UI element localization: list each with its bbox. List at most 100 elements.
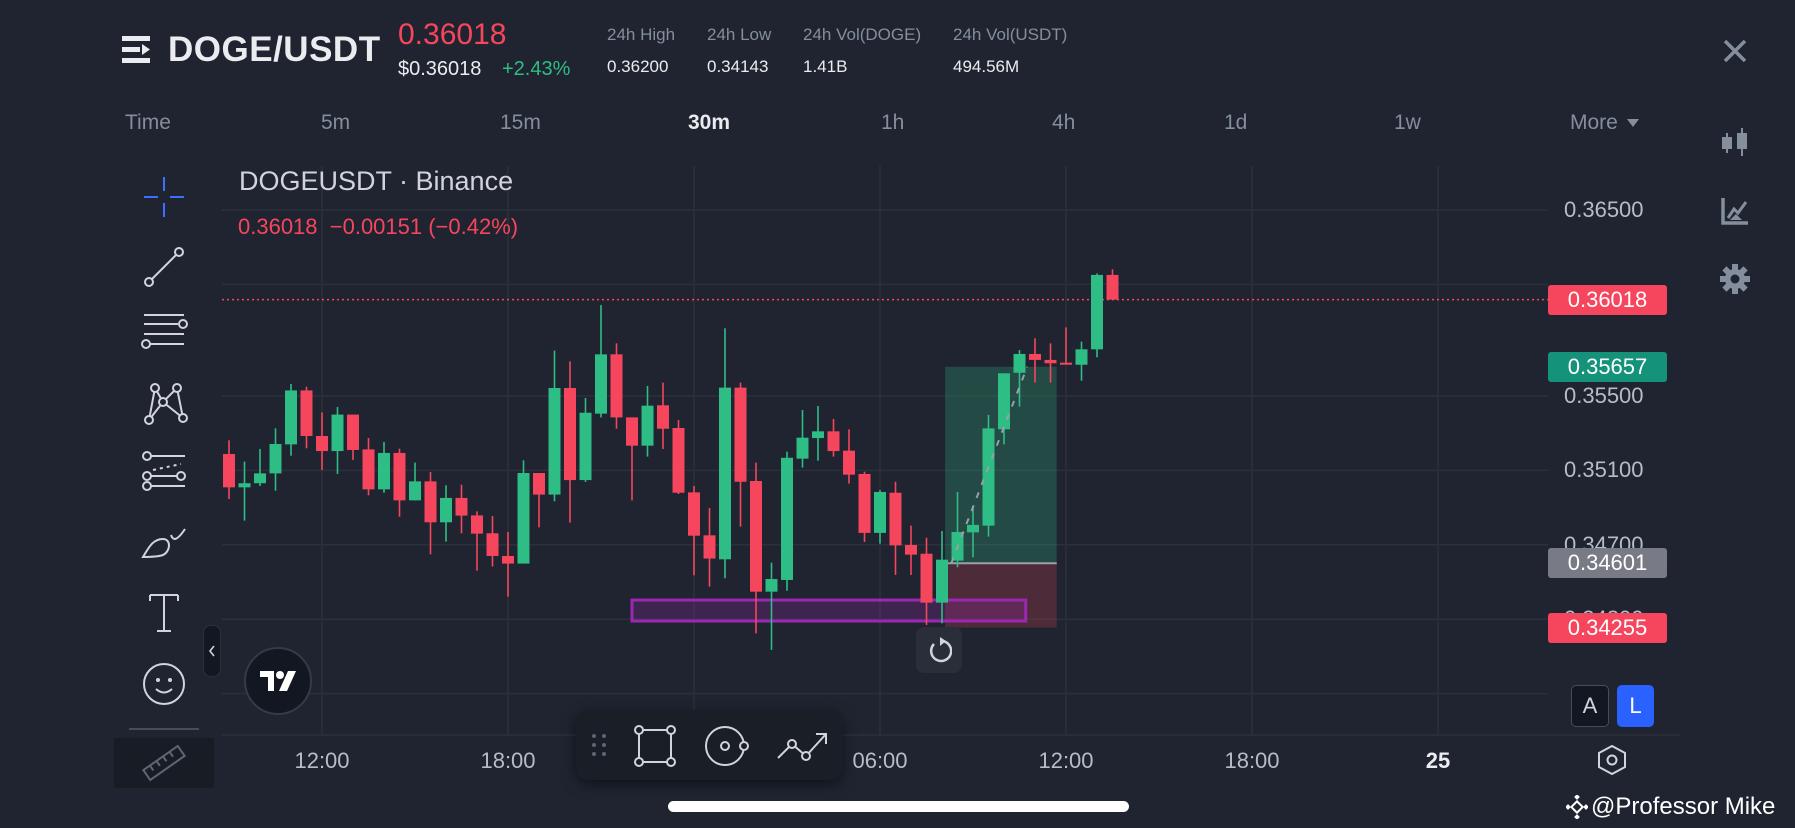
candle-body-up [936, 559, 948, 603]
candle-body-down [688, 492, 700, 536]
horizontal-lines-tool-icon[interactable] [138, 307, 190, 359]
candle-body-down [843, 450, 855, 475]
stat-label-low: 24h Low [707, 25, 772, 44]
candle-body-up [967, 524, 979, 533]
candle-body-up [331, 414, 344, 452]
emoji-tool-icon[interactable] [138, 658, 190, 710]
pair-title[interactable]: DOGE/USDT [168, 30, 381, 70]
settings-gear-icon[interactable] [1710, 254, 1760, 304]
candle-body-down [626, 417, 638, 446]
caret-down-icon [1626, 119, 1639, 127]
stat-label-vol-doge: 24h Vol(DOGE) [803, 25, 922, 44]
candle-body-up [1091, 274, 1103, 350]
candle-body-down [533, 473, 545, 495]
circle-tool-icon[interactable] [703, 724, 749, 773]
candle-body-down [471, 515, 483, 534]
log-scale-button[interactable]: L [1617, 685, 1654, 727]
candle-body-down [672, 427, 685, 493]
candle-body-down [486, 533, 499, 556]
tab-4h[interactable]: 4h [1052, 111, 1075, 135]
home-indicator[interactable] [668, 801, 1129, 812]
watermark-text: @Professor Mike [1591, 793, 1776, 820]
tab-1h[interactable]: 1h [881, 111, 904, 135]
stop-price-label: 0.34255 [1548, 612, 1667, 643]
candle-body-up [719, 387, 731, 560]
path-tool-icon[interactable] [776, 724, 830, 773]
candle-body-down [1044, 359, 1057, 364]
candle-body-up [269, 443, 282, 474]
tab-15m[interactable]: 15m [500, 111, 541, 135]
price-tick-label: 0.35500 [1564, 383, 1644, 408]
crosshair-tool-icon[interactable] [138, 171, 190, 223]
indicators-icon[interactable] [1710, 186, 1760, 236]
tab-1d[interactable]: 1d [1224, 111, 1247, 135]
toolbar-divider [129, 728, 199, 730]
candle-body-up [781, 457, 793, 580]
stat-value-vol-usdt: 494.56M [953, 57, 1020, 76]
last-price: 0.36018 [398, 18, 507, 51]
candle-body-up [548, 388, 561, 495]
close-icon[interactable] [1720, 36, 1750, 66]
candle-body-up [409, 481, 421, 501]
trend-line-tool-icon[interactable] [138, 240, 190, 292]
candle-body-down [750, 481, 762, 592]
candle-body-up [595, 354, 607, 414]
candle-body-up [517, 473, 530, 564]
ruler-tool-icon[interactable] [114, 738, 214, 788]
auto-scale-button[interactable]: A [1571, 685, 1609, 727]
usd-price: $0.36018 [398, 58, 482, 80]
candle-body-up [982, 428, 995, 526]
fib-tool-icon[interactable] [138, 447, 190, 499]
candle-body-down [920, 553, 933, 603]
entry-price-label: 0.34601 [1548, 548, 1667, 579]
candle-body-down [703, 535, 716, 559]
brush-tool-icon[interactable] [138, 514, 190, 566]
time-tick-label: 12:00 [294, 748, 350, 773]
price-tick-label: 0.36500 [1564, 197, 1644, 222]
target-price-label: 0.35657 [1548, 351, 1667, 382]
menu-icon[interactable] [120, 34, 154, 66]
candle-body-up [378, 452, 390, 490]
candle-body-down [905, 544, 917, 555]
tab-5m[interactable]: 5m [321, 111, 350, 135]
candles-icon[interactable] [1710, 118, 1760, 168]
pattern-tool-icon[interactable] [138, 377, 190, 429]
reset-chart-button[interactable] [916, 627, 962, 673]
candle-body-up [579, 412, 592, 481]
time-tick-label: 12:00 [1038, 748, 1094, 773]
candle-body-down [610, 354, 623, 418]
candle-body-down [424, 481, 437, 523]
candle-body-down [362, 449, 375, 490]
chart-symbol-title: DOGEUSDT · Binance [239, 166, 514, 196]
tab-1w[interactable]: 1w [1394, 111, 1421, 135]
drag-handle-icon[interactable] [590, 732, 610, 763]
tab-30m[interactable]: 30m [688, 111, 730, 135]
chevron-left-icon [208, 645, 215, 657]
candle-body-down [734, 387, 747, 482]
text-tool-icon[interactable] [138, 587, 190, 639]
stat-value-high: 0.36200 [607, 57, 669, 76]
candle-body-down [1060, 362, 1072, 365]
chart-ohlc-values: 0.36018 −0.00151 (−0.42%) [238, 214, 519, 239]
binance-logo-icon [1566, 795, 1588, 819]
chart-settings-icon[interactable] [1596, 744, 1628, 781]
candle-body-down [300, 390, 313, 436]
candle-body-up [641, 405, 654, 446]
stat-value-low: 0.34143 [707, 57, 769, 76]
time-tick-label: 06:00 [852, 748, 908, 773]
candle-body-down [393, 452, 406, 501]
rectangle-tool-icon[interactable] [633, 724, 677, 773]
plot-area [222, 166, 1548, 735]
candle-body-down [564, 388, 576, 481]
collapse-toolbar-button[interactable] [203, 625, 221, 677]
candle-body-down [502, 555, 514, 564]
tab-time[interactable]: Time [125, 111, 171, 135]
candle-body-down [1106, 274, 1119, 300]
tradingview-logo[interactable] [244, 647, 312, 715]
stat-value-vol-doge: 1.41B [803, 57, 848, 76]
tab-more[interactable]: More [1570, 111, 1640, 135]
candle-body-down [347, 414, 359, 450]
rotate-reset-icon [929, 637, 952, 663]
support-zone-rectangle [630, 598, 1028, 623]
stat-label-vol-usdt: 24h Vol(USDT) [953, 25, 1068, 44]
